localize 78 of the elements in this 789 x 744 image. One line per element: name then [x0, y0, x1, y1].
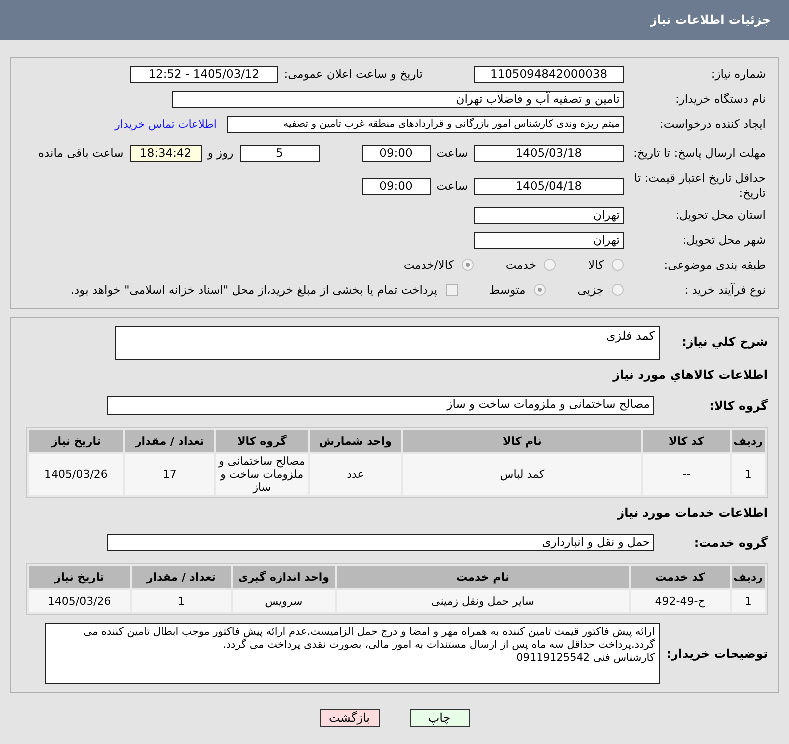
column-header: واحد اندازه گیری	[232, 566, 336, 588]
announce-date-field[interactable]: 1405/03/12 - 12:52	[130, 66, 278, 82]
column-header: ردیف	[732, 566, 765, 588]
contact-link[interactable]: اطلاعات تماس خریدار	[115, 118, 217, 130]
date-field[interactable]: 1405/04/18	[474, 178, 624, 194]
table-cell: عدد	[310, 454, 402, 495]
service-group-field[interactable]: حمل و نقل و انبارداری	[107, 534, 654, 551]
radio-button[interactable]	[544, 259, 556, 271]
table-cell: --	[643, 454, 730, 495]
field-label: شرح کلي نياز:	[681, 335, 768, 349]
days-label: روز و	[208, 146, 234, 160]
field-label: گروه خدمت:	[693, 536, 768, 550]
option-label: کالا	[588, 258, 604, 272]
column-header: گروه کالا	[216, 430, 308, 452]
column-header: تعداد / مقدار	[132, 566, 231, 588]
creator-field[interactable]: میثم ریزه وندی کارشناس امور بازرگانی و قراردادهای منطقه غرب تامین و تصفیه	[227, 116, 624, 132]
option-label: خدمت	[506, 258, 536, 272]
column-header: تعداد / مقدار	[125, 430, 214, 452]
column-header: کد خدمت	[630, 566, 730, 588]
date-field[interactable]: 1405/03/18	[474, 144, 624, 162]
section-heading: اطلاعات کالاهاي مورد نياز	[612, 368, 768, 382]
section-heading: اطلاعات خدمات مورد نياز	[616, 506, 768, 520]
table-cell: کمد لباس	[403, 454, 642, 495]
field-label: ایجاد کننده درخواست:	[659, 116, 767, 132]
checkbox-label: پرداخت تمام یا بخشی از مبلغ خرید،از محل "اسناد خزانه اسلامی" خواهد بود.	[70, 283, 438, 297]
description-field[interactable]: کمد فلزی	[115, 326, 660, 360]
option-label: جزیی	[578, 283, 604, 297]
buyer-field[interactable]: تامین و تصفیه آب و فاضلاب تهران	[172, 90, 624, 108]
column-header: نام کالا	[403, 430, 642, 452]
table-cell: 1	[732, 454, 765, 495]
field-label: شهر محل تحویل:	[682, 232, 767, 248]
column-header: ردیف	[732, 430, 765, 452]
radio-button[interactable]	[612, 259, 624, 271]
table-cell: سرویس	[232, 590, 336, 612]
field-label: نام دستگاه خریدار:	[674, 92, 767, 106]
field-label: مهلت ارسال پاسخ: تا تاریخ:	[632, 146, 767, 160]
field-label: نوع فرآیند خرید :	[684, 282, 767, 298]
table-cell: 1405/03/26	[29, 454, 124, 495]
notes-field[interactable]: ارائه پیش فاکتور قیمت تامین کننده به همراه مهر و امضا و درج حمل الزامیست.عدم ارائه پیش فاکتور موجب ابطال تامین کننده می گردد.پرداخت حداقل سه ماه پس از ارسال مستندات به امور مالی، بصورت نقدی پرداخت می گردد. کارشناس فنی 09119125542	[45, 623, 660, 684]
field-label: تاریخ و ساعت اعلان عمومی:	[284, 67, 423, 81]
option-label: کالا/خدمت	[404, 258, 454, 272]
radio-button[interactable]	[534, 284, 546, 296]
time-label: ساعت	[436, 179, 468, 193]
time-label: ساعت	[436, 146, 468, 160]
need-number-field[interactable]: 1105094842000038	[474, 66, 624, 82]
column-header: واحد شمارش	[310, 430, 402, 452]
column-header: نام خدمت	[337, 566, 629, 588]
days-field[interactable]: 5	[240, 144, 320, 162]
table-cell: ح-49-492	[630, 590, 730, 612]
table-cell: 1	[132, 590, 231, 612]
radio-button[interactable]	[462, 259, 474, 271]
table-cell: مصالح ساختمانی و ملزومات ساخت و ساز	[216, 454, 308, 495]
column-header: کد کالا	[643, 430, 730, 452]
table-cell: 1405/03/26	[29, 590, 130, 612]
city-field[interactable]: تهران	[474, 232, 624, 248]
field-label: توضیحات خریدار:	[666, 646, 768, 660]
goods-group-field[interactable]: مصالح ساختمانی و ملزومات ساخت و ساز	[107, 396, 654, 415]
page-title: جزئیات اطلاعات نیاز	[650, 13, 771, 27]
time-field[interactable]: 09:00	[362, 144, 431, 162]
field-label: شماره نیاز:	[710, 66, 767, 82]
field-label: گروه کالا:	[708, 398, 768, 412]
column-header: تاریخ نیاز	[29, 566, 130, 588]
print-button[interactable]: چاپ	[410, 709, 470, 727]
time-field[interactable]: 09:00	[362, 178, 431, 194]
back-button[interactable]: بازگشت	[320, 709, 380, 727]
option-label: متوسط	[490, 283, 526, 297]
field-label: استان محل تحویل:	[674, 208, 767, 222]
radio-button[interactable]	[612, 284, 624, 296]
remaining-time-field[interactable]: 18:34:42	[130, 144, 202, 162]
column-header: تاریخ نیاز	[29, 430, 124, 452]
table-cell: سایر حمل ونقل زمینی	[337, 590, 629, 612]
table-cell: 17	[125, 454, 214, 495]
province-field[interactable]: تهران	[474, 206, 624, 224]
table-cell: 1	[732, 590, 765, 612]
field-label: حداقل تاریخ اعتبار قیمت: تا تاریخ:	[633, 171, 767, 201]
checkbox[interactable]	[446, 284, 458, 296]
remaining-label: ساعت باقی مانده	[38, 146, 124, 160]
field-label: طبقه بندی موضوعی:	[663, 258, 767, 272]
